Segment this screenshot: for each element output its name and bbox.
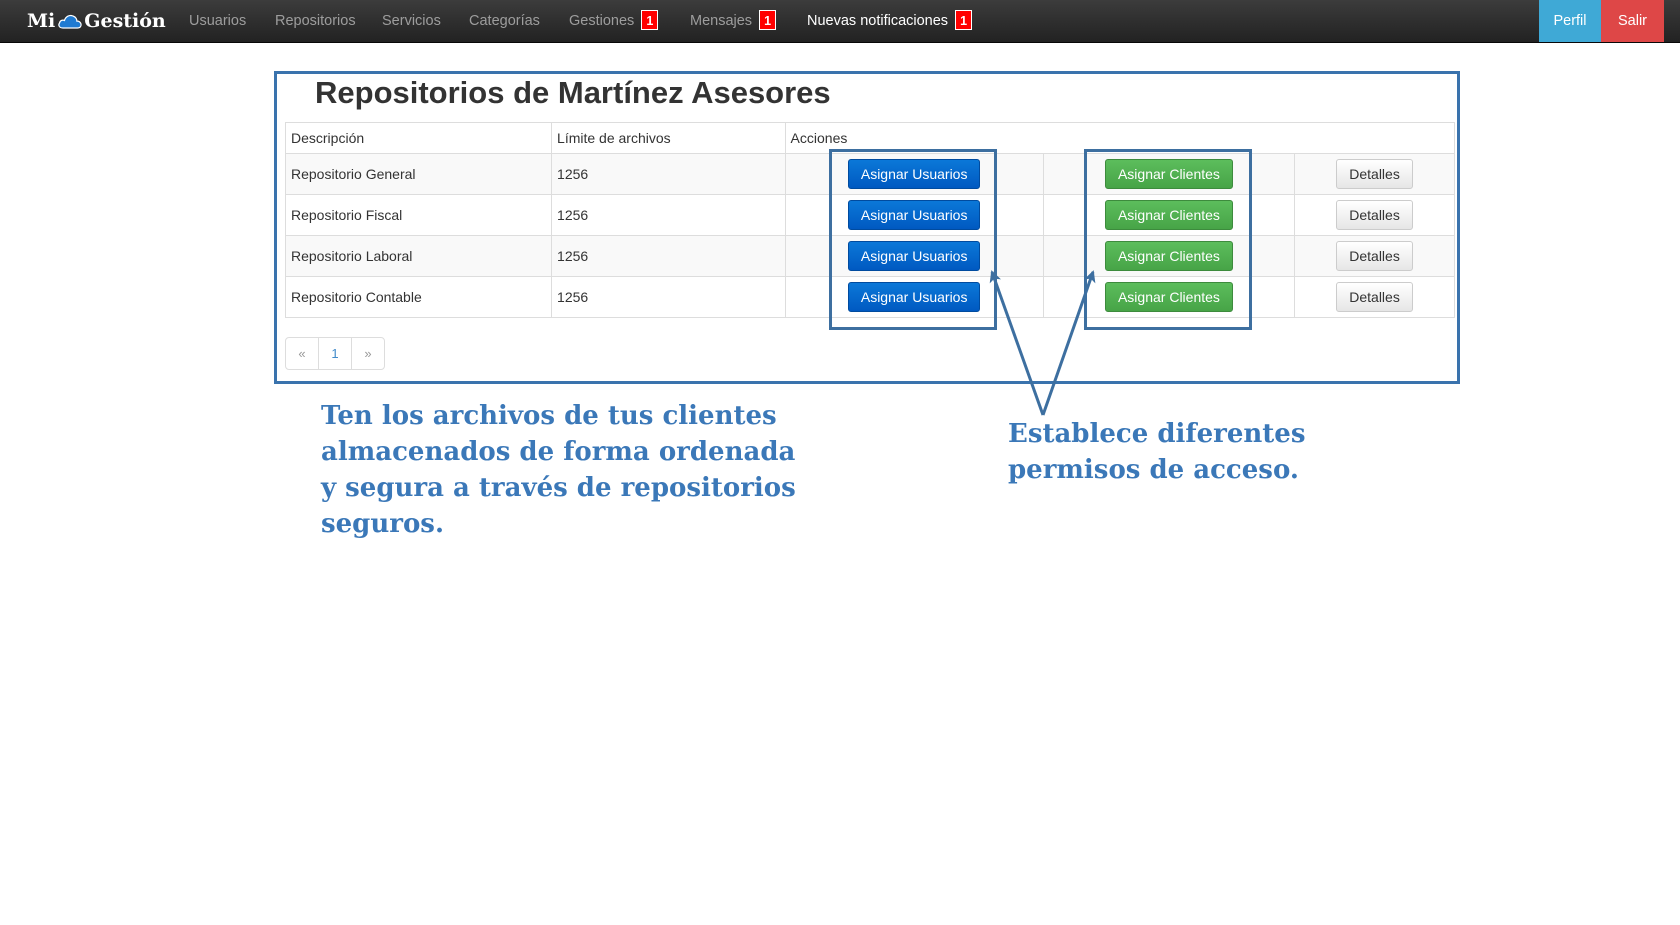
nav-nuevas-notificaciones[interactable]: Nuevas notificaciones 1 (807, 0, 973, 42)
nav-mensajes[interactable]: Mensajes 1 (690, 0, 777, 42)
row-description: Repositorio General (284, 153, 553, 195)
details-button[interactable]: Detalles (1336, 241, 1413, 271)
salir-button[interactable]: Salir (1601, 0, 1664, 42)
nav-label: Categorías (469, 13, 540, 29)
gestiones-count-badge: 1 (641, 10, 659, 31)
top-navbar: Mi Gestión Usuarios Repositorios Servici… (0, 0, 1680, 43)
pagination-next[interactable]: » (351, 338, 384, 369)
cell-details: Detalles (1294, 276, 1455, 318)
perfil-button[interactable]: Perfil (1539, 0, 1601, 42)
brand-text-left: Mi (27, 10, 56, 32)
details-button[interactable]: Detalles (1336, 159, 1413, 189)
nav-categorias[interactable]: Categorías (469, 0, 540, 42)
nav-label: Repositorios (275, 13, 356, 29)
nav-repositorios[interactable]: Repositorios (275, 0, 356, 42)
notificaciones-count-badge: 1 (955, 10, 973, 31)
pagination-page-1[interactable]: 1 (318, 338, 351, 369)
row-description: Repositorio Contable (284, 276, 553, 318)
highlight-box-assign-users (829, 149, 997, 330)
cell-details: Detalles (1294, 153, 1455, 195)
nav-gestiones[interactable]: Gestiones 1 (569, 0, 659, 42)
nav-usuarios[interactable]: Usuarios (189, 0, 246, 42)
nav-label: Gestiones (569, 13, 635, 29)
cell-details: Detalles (1294, 194, 1455, 236)
callout-repositories: Ten los archivos de tus clientes almacen… (321, 401, 796, 539)
row-limit: 1256 (551, 235, 786, 277)
nav-label: Usuarios (189, 13, 247, 29)
row-description: Repositorio Laboral (284, 235, 553, 277)
nav-servicios[interactable]: Servicios (382, 0, 441, 42)
row-limit: 1256 (551, 276, 786, 318)
row-description: Repositorio Fiscal (284, 194, 553, 236)
nav-label: Mensajes (690, 13, 753, 29)
brand-logo[interactable]: Mi Gestión (27, 0, 166, 42)
nav-label: Nuevas notificaciones (807, 13, 949, 29)
details-button[interactable]: Detalles (1336, 282, 1413, 312)
details-button[interactable]: Detalles (1336, 200, 1413, 230)
row-limit: 1256 (551, 153, 786, 195)
highlight-box-assign-clients (1084, 149, 1252, 330)
mensajes-count-badge: 1 (759, 10, 777, 31)
pagination-prev[interactable]: « (286, 338, 318, 369)
brand-text-right: Gestión (84, 10, 166, 32)
cloud-icon (58, 14, 82, 29)
callout-permissions: Establece diferentes permisos de acceso. (1008, 419, 1306, 485)
cell-details: Detalles (1294, 235, 1455, 277)
header-limit: Límite de archivos (551, 122, 786, 154)
row-limit: 1256 (551, 194, 786, 236)
header-description: Descripción (284, 122, 553, 154)
nav-label: Servicios (382, 13, 441, 29)
pagination: « 1 » (285, 337, 385, 370)
page-title: Repositorios de Martínez Asesores (315, 75, 831, 110)
